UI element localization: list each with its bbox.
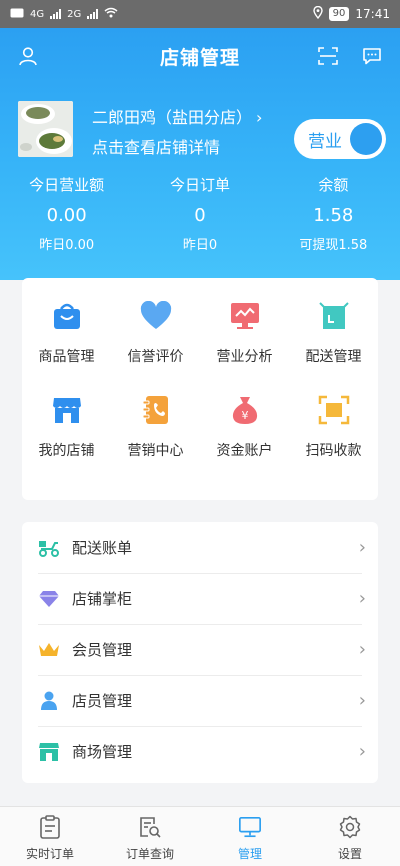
stat-orders[interactable]: 今日订单 0 昨日0: [133, 174, 266, 253]
tab-label: 订单查询: [125, 847, 174, 861]
function-grid-card: 商品管理 信誉评价 营业分析 配送管理 我的店铺 营销中心 ¥ 资金账户 扫码收…: [22, 278, 378, 500]
monitor-icon: [238, 815, 262, 839]
shop-detail-link[interactable]: 点击查看店铺详情: [92, 134, 220, 158]
grid-item-label: 营销中心: [127, 443, 184, 459]
chevron-right-icon: ›: [256, 108, 263, 127]
chevron-right-icon: ›: [358, 690, 366, 711]
shopping-basket-icon: [49, 298, 85, 334]
tab-manage[interactable]: 管理: [200, 807, 300, 866]
stat-label: 余额: [318, 176, 349, 194]
grid-item-label: 营业分析: [216, 349, 273, 365]
list-item-delivery-bill[interactable]: 配送账单 ›: [22, 522, 378, 573]
signal-icon: [50, 9, 62, 19]
chevron-right-icon: ›: [358, 741, 366, 762]
clipboard-icon: [38, 815, 62, 839]
grid-item-goods[interactable]: 商品管理: [22, 298, 111, 366]
stat-balance[interactable]: 余额 1.58 可提现1.58: [267, 174, 400, 253]
crown-icon: [38, 639, 60, 661]
tab-realtime-orders[interactable]: 实时订单: [0, 807, 100, 866]
stat-sub: 昨日0.00: [39, 238, 95, 253]
tab-label: 管理: [237, 847, 262, 861]
scan-icon: [316, 392, 352, 428]
grid-item-label: 我的店铺: [38, 443, 95, 459]
svg-text:¥: ¥: [241, 409, 248, 422]
list-item-label: 会员管理: [72, 641, 133, 659]
chevron-right-icon: ›: [358, 588, 366, 609]
mall-icon: [38, 741, 60, 763]
signal-icon-2: [87, 9, 99, 19]
location-icon: [312, 5, 323, 22]
grid-item-label: 配送管理: [305, 349, 362, 365]
grid-item-analysis[interactable]: 营业分析: [200, 298, 289, 366]
network-type-2: 2G: [67, 8, 82, 20]
toggle-knob: [350, 123, 382, 155]
grid-item-reputation[interactable]: 信誉评价: [111, 298, 200, 366]
header: 店铺管理 二郎田鸡（盐田分店） › 点击查看店铺详情 营业 今日营业额 0.00…: [0, 28, 400, 280]
stat-value: 0: [194, 205, 206, 226]
grid-item-label: 扫码收款: [305, 443, 362, 459]
grid-item-label: 信誉评价: [127, 349, 184, 365]
message-icon: [10, 8, 24, 21]
battery-indicator: 90: [328, 7, 350, 21]
diamond-icon: [38, 588, 60, 610]
stat-label: 今日订单: [169, 176, 230, 194]
tab-label: 实时订单: [25, 847, 74, 861]
money-bag-icon: ¥: [227, 392, 263, 428]
chevron-right-icon: ›: [358, 537, 366, 558]
tab-order-search[interactable]: 订单查询: [100, 807, 200, 866]
shop-name[interactable]: 二郎田鸡（盐田分店） ›: [92, 104, 262, 128]
notebook-icon: [138, 392, 174, 428]
clock: 17:41: [355, 7, 390, 21]
grid-item-label: 资金账户: [216, 443, 273, 459]
stat-sub: 可提现1.58: [299, 238, 368, 253]
stat-sub: 昨日0: [182, 238, 218, 253]
tab-label: 设置: [337, 847, 362, 861]
stats-row: 今日营业额 0.00 昨日0.00 今日订单 0 昨日0 余额 1.58 可提现…: [0, 174, 400, 253]
grid-item-scan-pay[interactable]: 扫码收款: [289, 392, 378, 460]
person-icon: [38, 690, 60, 712]
grid-item-my-shop[interactable]: 我的店铺: [22, 392, 111, 460]
tab-settings[interactable]: 设置: [300, 807, 400, 866]
stat-value: 1.58: [313, 205, 354, 226]
list-item-label: 配送账单: [72, 539, 133, 557]
bottom-tab-bar: 实时订单 订单查询 管理 设置: [0, 806, 400, 866]
delivery-box-icon: [316, 298, 352, 334]
stat-label: 今日营业额: [29, 176, 105, 194]
list-item-label: 店员管理: [72, 692, 133, 710]
shop-info[interactable]: 二郎田鸡（盐田分店） › 点击查看店铺详情 营业: [18, 101, 386, 159]
stat-revenue[interactable]: 今日营业额 0.00 昨日0.00: [0, 174, 133, 253]
shop-thumbnail: [18, 101, 73, 157]
business-status-toggle[interactable]: 营业: [294, 119, 386, 159]
message-chat-icon[interactable]: [358, 42, 386, 70]
search-document-icon: [138, 815, 162, 839]
list-item-label: 商场管理: [72, 743, 133, 761]
scooter-icon: [38, 537, 60, 559]
grid-item-delivery[interactable]: 配送管理: [289, 298, 378, 366]
network-type: 4G: [30, 8, 45, 20]
user-icon[interactable]: [14, 42, 42, 70]
nav-bar: 店铺管理: [0, 28, 400, 84]
list-item-staff[interactable]: 店员管理 ›: [22, 675, 378, 726]
list-item-label: 店铺掌柜: [72, 590, 133, 608]
page-title: 店铺管理: [159, 46, 240, 69]
grid-item-label: 商品管理: [38, 349, 95, 365]
status-bar: 4G 2G 90 17:41: [0, 0, 400, 28]
menu-list-card: 配送账单 › 店铺掌柜 › 会员管理 › 店员管理 › 商场管理 ›: [22, 522, 378, 783]
business-status-label: 营业: [308, 131, 342, 152]
storefront-icon: [49, 392, 85, 428]
stat-value: 0.00: [46, 205, 87, 226]
wifi-icon: [104, 7, 118, 21]
list-item-shop-keeper[interactable]: 店铺掌柜 ›: [22, 573, 378, 624]
grid-item-funds[interactable]: ¥ 资金账户: [200, 392, 289, 460]
list-item-members[interactable]: 会员管理 ›: [22, 624, 378, 675]
list-item-mall[interactable]: 商场管理 ›: [22, 726, 378, 777]
gear-icon: [338, 815, 362, 839]
heart-icon: [138, 298, 174, 334]
grid-item-marketing[interactable]: 营销中心: [111, 392, 200, 460]
chevron-right-icon: ›: [358, 639, 366, 660]
monitor-chart-icon: [227, 298, 263, 334]
scan-frame-icon[interactable]: [314, 42, 342, 70]
